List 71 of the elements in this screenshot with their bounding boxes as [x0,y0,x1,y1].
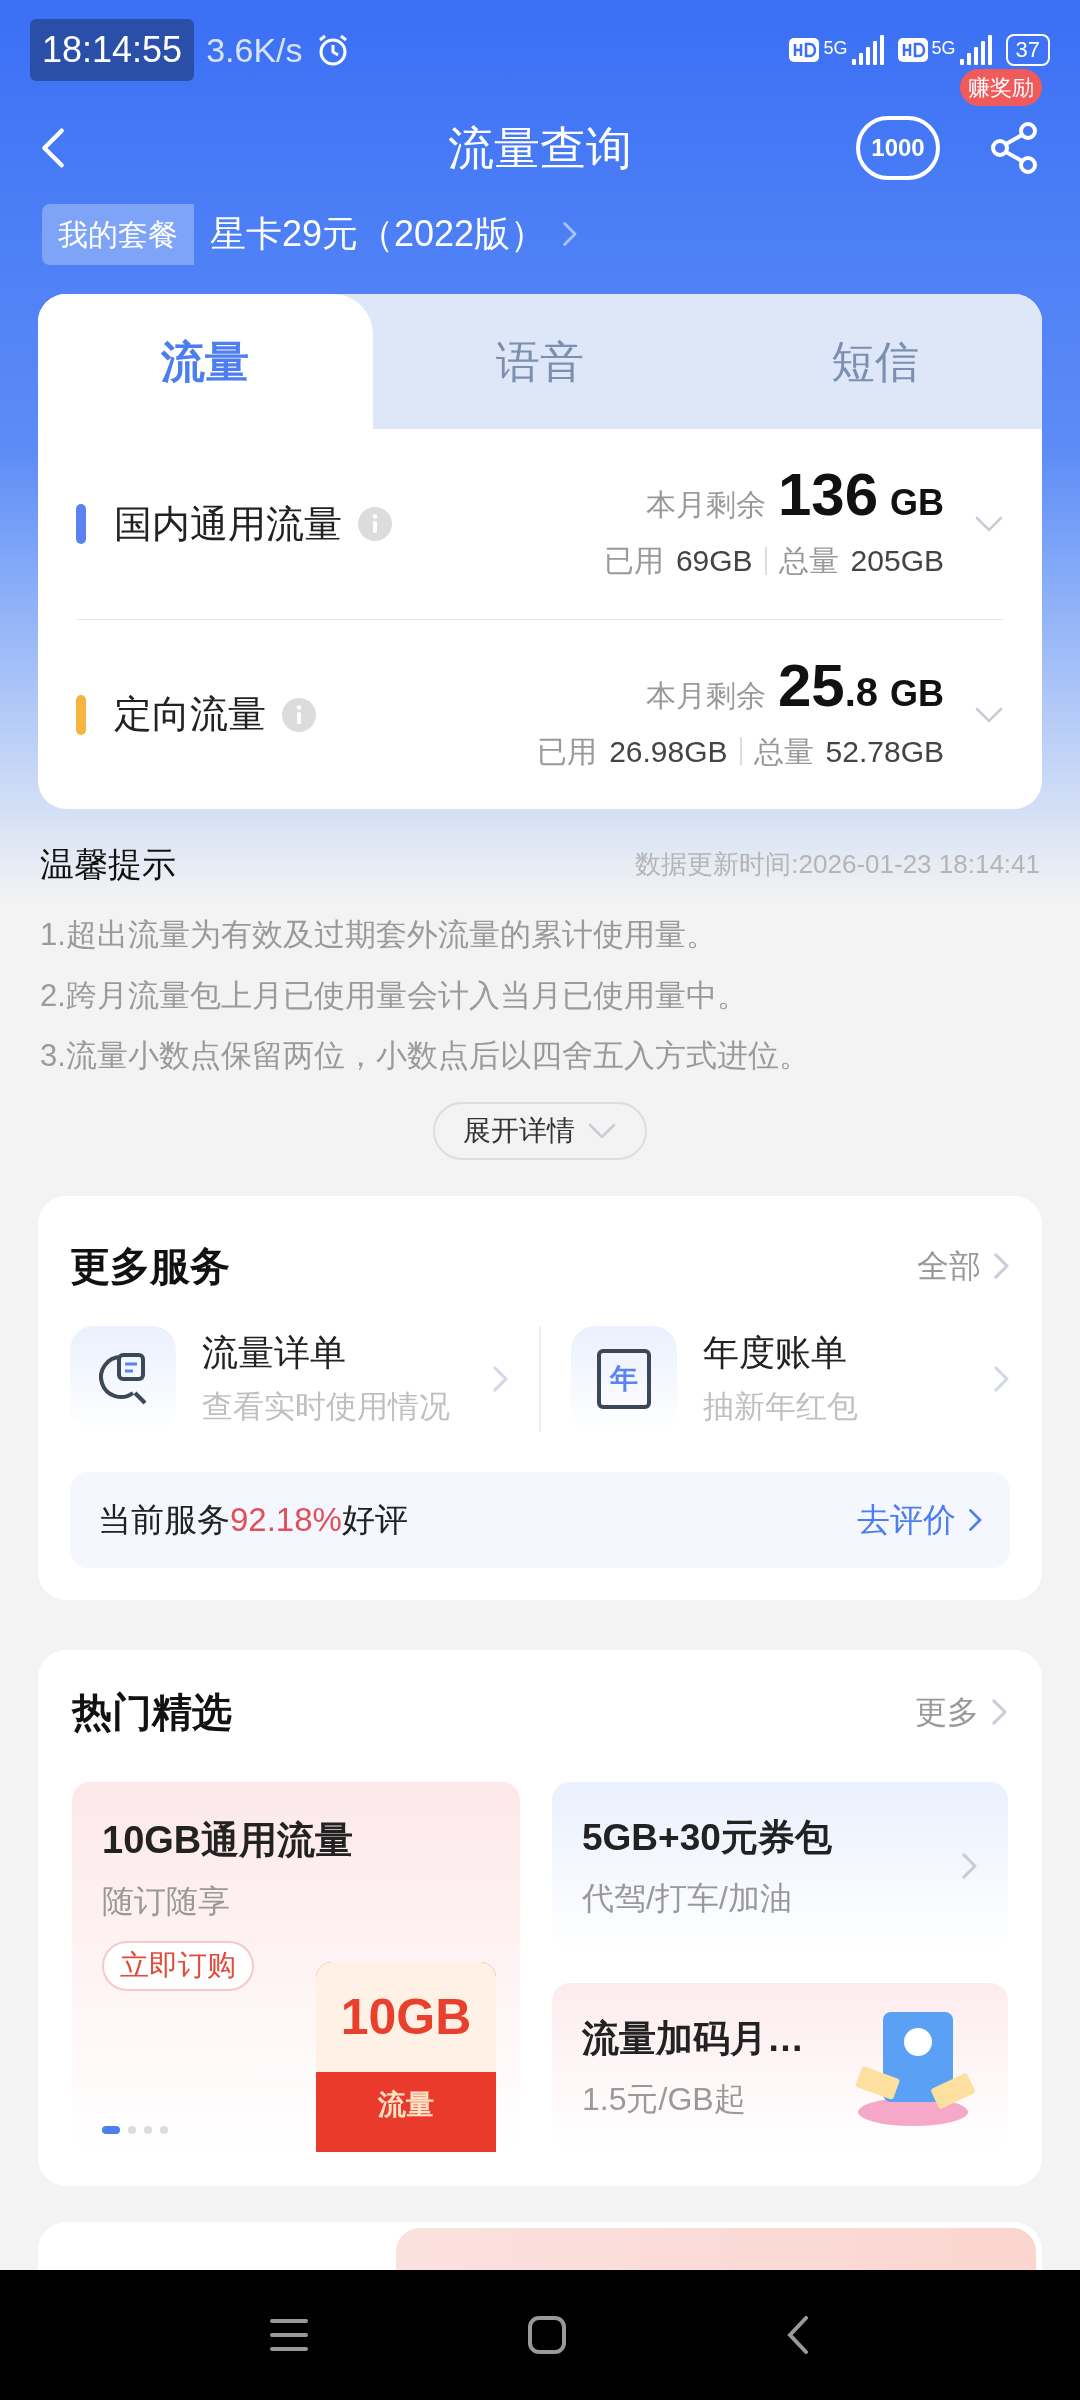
remain-label: 本月剩余 [645,487,766,523]
customer-service-button[interactable]: 1000 [856,116,940,180]
hd-icon [897,38,928,62]
remain-value: 136 [777,465,878,525]
network-type: 5G [823,37,848,60]
total-value: 52.78GB [825,733,944,770]
section-title: 更多服务 [70,1242,230,1290]
remain-value: 25.8 [777,655,878,716]
promo-title: 10GB通用流量 [102,1817,354,1863]
total-label: 总量 [753,733,814,770]
hd-icon [789,38,820,62]
remain-unit: GB [890,481,944,525]
tab[interactable]: 语音 [372,294,708,429]
used-label: 已用 [603,543,664,579]
plan-label: 我的套餐 [42,203,194,265]
order-button[interactable]: 立即订购 [102,1940,254,1991]
reward-badge: 赚奖励 [960,69,1042,106]
signal-icon [851,35,886,65]
chevron-right-icon [492,1364,509,1393]
remain-label: 本月剩余 [645,677,766,714]
status-time: 18:14:55 [30,19,195,81]
calendar-icon: 年 [597,1348,651,1409]
remain-unit: GB [890,671,944,716]
tab[interactable]: 流量 [38,294,373,429]
data-packet-drawing: 10GB 流量 [316,1961,496,2152]
service-subtitle: 抽新年红包 [703,1388,858,1427]
chevron-right-icon [967,1507,982,1532]
tip-text: 1.超出流量为有效及过期套外流量的累计使用量。 [40,916,718,954]
network-speed: 3.6K/s [206,29,303,71]
page-title: 流量查询 [448,120,632,176]
expand-button[interactable]: 展开详情 [433,1101,647,1160]
battery-indicator: 37 [1005,34,1050,66]
plan-name[interactable]: 星卡29元（2022版） [210,207,547,261]
used-label: 已用 [537,733,598,770]
total-label: 总量 [778,543,839,579]
chevron-right-icon [993,1364,1010,1393]
update-time: 数据更新时间:2026-01-23 18:14:41 [635,848,1040,881]
tab[interactable]: 短信 [707,294,1042,429]
service-title[interactable]: 年度账单 [703,1326,858,1381]
offer-subtitle: 1.5元/GB起 [582,2079,747,2119]
total-value: 205GB [850,543,944,579]
see-all-link[interactable]: 全部 [917,1241,982,1290]
chevron-right-icon [991,1697,1008,1726]
home-icon[interactable] [528,2316,566,2354]
more-link[interactable]: 更多 [915,1687,980,1736]
chevron-right-icon [961,1852,978,1880]
promo-subtitle: 随订随享 [102,1881,230,1921]
menu-icon[interactable] [270,2318,308,2352]
offer-subtitle: 代驾/打车/加油 [582,1878,793,1918]
used-value: 69GB [675,543,753,579]
back-icon[interactable] [40,126,66,170]
service-subtitle: 查看实时使用情况 [202,1388,450,1427]
network-type: 5G [931,37,956,60]
rate-link[interactable]: 去评价 [856,1494,956,1545]
tips-title: 温馨提示 [40,844,176,885]
section-title: 热门精选 [72,1688,232,1736]
offer-title: 5GB+30元券包 [582,1816,832,1861]
usage-name: 定向流量 [114,692,266,737]
tip-text: 3.流量小数点保留两位，小数点后以四舍五入方式进位。 [40,1037,811,1075]
signal-icon [959,35,994,65]
share-icon[interactable] [990,121,1040,175]
tip-text: 2.跨月流量包上月已使用量会计入当月已使用量中。 [40,976,749,1015]
back-nav-icon[interactable] [786,2316,810,2354]
offer-title: 流量加码月… [582,2017,804,2062]
chevron-right-icon [993,1251,1010,1280]
promo-card[interactable]: 10GB通用流量 随订随享 立即订购 10GB 流量 [72,1781,520,2152]
service-title[interactable]: 流量详单 [202,1326,450,1381]
chevron-right-icon [562,221,578,247]
used-value: 26.98GB [609,733,728,770]
rating-text: 当前服务92.18%好评 [98,1499,408,1540]
usage-name: 国内通用流量 [114,501,342,547]
